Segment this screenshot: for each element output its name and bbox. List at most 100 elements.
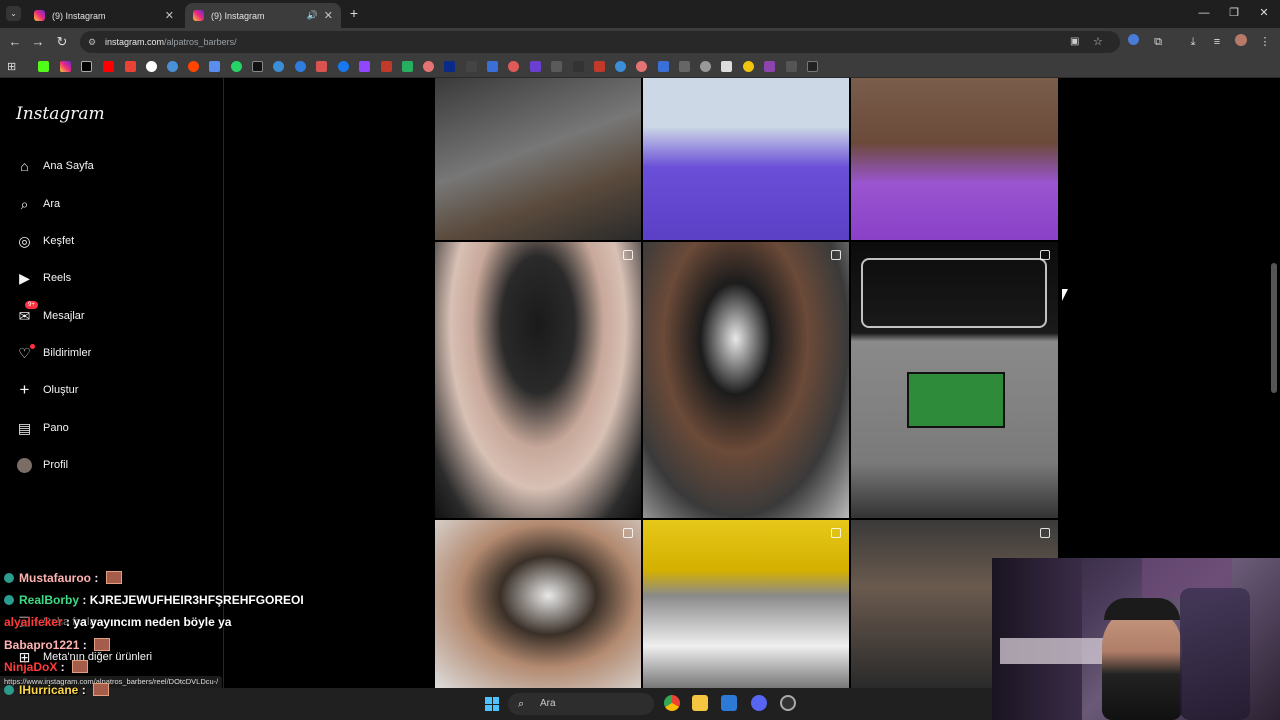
bookmark-star-icon[interactable]: ☆ xyxy=(1093,31,1103,53)
bookmark-icon-13[interactable] xyxy=(316,61,327,72)
bookmark-icon-27[interactable] xyxy=(615,61,626,72)
mouse-cursor-icon xyxy=(1062,289,1068,301)
window-close-icon[interactable]: ✕ xyxy=(1247,4,1280,22)
tab-instagram-1[interactable]: (9) Instagram ✕ xyxy=(26,3,182,28)
post-thumbnail[interactable] xyxy=(643,78,849,240)
bookmark-google-icon[interactable] xyxy=(146,61,157,72)
nav-label: Profil xyxy=(43,459,69,471)
menu-kebab-icon[interactable]: ⋮ xyxy=(1257,34,1273,50)
back-icon[interactable]: ← xyxy=(6,33,24,51)
nav-create[interactable]: + Oluştur xyxy=(16,378,79,402)
bookmark-icon-31[interactable] xyxy=(700,61,711,72)
nav-reels[interactable]: ▶ Reels xyxy=(16,266,71,290)
tab-close-icon[interactable]: ✕ xyxy=(324,9,333,22)
chat-username: alyalifeker xyxy=(4,615,63,629)
bookmark-icon-21[interactable] xyxy=(487,61,498,72)
bookmark-icon-23[interactable] xyxy=(530,61,541,72)
bookmark-icon-22[interactable] xyxy=(508,61,519,72)
url-host: instagram.com xyxy=(105,37,165,47)
audio-playing-icon[interactable]: 🔊 xyxy=(307,10,318,21)
search-icon: ⌕ xyxy=(20,195,29,212)
windows-start-icon[interactable] xyxy=(485,697,499,711)
post-thumbnail[interactable] xyxy=(851,242,1058,518)
scrollbar-thumb[interactable] xyxy=(1271,263,1277,393)
site-info-icon[interactable]: ⚙ xyxy=(88,31,96,53)
nav-home[interactable]: ⌂ Ana Sayfa xyxy=(16,154,94,178)
obs-app-icon[interactable] xyxy=(780,695,796,711)
bookmark-whatsapp-icon[interactable] xyxy=(231,61,242,72)
instagram-logo[interactable]: Instagram xyxy=(16,104,105,124)
new-tab-button[interactable]: + xyxy=(346,4,362,22)
bookmark-icon-35[interactable] xyxy=(786,61,797,72)
tab-search-icon[interactable]: ⌄ xyxy=(6,6,21,21)
photos-app-icon[interactable] xyxy=(721,695,737,711)
apps-grid-icon[interactable]: ⊞ xyxy=(7,60,16,73)
extensions-puzzle-icon[interactable]: ⧉ xyxy=(1150,34,1166,50)
cast-icon[interactable]: ▣ xyxy=(1070,31,1079,53)
profile-post-grid xyxy=(435,78,1058,688)
bookmark-icon-19[interactable] xyxy=(444,61,455,72)
bookmark-icon-26[interactable] xyxy=(594,61,605,72)
bookmark-reddit-icon[interactable] xyxy=(188,61,199,72)
post-thumbnail[interactable] xyxy=(435,520,641,688)
bookmark-icon-16[interactable] xyxy=(381,61,392,72)
tab-close-icon[interactable]: ✕ xyxy=(165,9,174,22)
chrome-app-icon[interactable] xyxy=(664,695,680,711)
profile-avatar-icon[interactable] xyxy=(1235,34,1247,46)
bookmark-icon-6[interactable] xyxy=(167,61,178,72)
messenger-icon: ✉ 9+ xyxy=(16,300,38,325)
post-thumbnail[interactable] xyxy=(643,520,849,688)
bookmark-icon-18[interactable] xyxy=(423,61,434,72)
extension-blue-icon[interactable] xyxy=(1127,34,1139,45)
home-icon: ⌂ xyxy=(20,158,29,174)
nav-label: Ara xyxy=(43,198,61,210)
taskbar-search[interactable]: ⌕ Ara xyxy=(508,693,654,715)
minimize-icon[interactable]: — xyxy=(1187,4,1221,22)
bookmark-icon-34[interactable] xyxy=(764,61,775,72)
bookmark-icon-10[interactable] xyxy=(252,61,263,72)
avatar-icon xyxy=(16,457,33,474)
bookmark-icon-17[interactable] xyxy=(402,61,413,72)
bookmark-gmail-icon[interactable] xyxy=(125,61,136,72)
bookmark-instagram-icon[interactable] xyxy=(60,61,71,72)
nav-dashboard[interactable]: ▤ Pano xyxy=(16,416,69,440)
bookmark-youtube-icon[interactable] xyxy=(103,61,114,72)
nav-messages[interactable]: ✉ 9+ Mesajlar xyxy=(16,300,85,328)
bookmark-icon-28[interactable] xyxy=(636,61,647,72)
reload-icon[interactable]: ↻ xyxy=(53,33,71,51)
bookmark-icon-8[interactable] xyxy=(209,61,220,72)
bookmark-twitch-icon[interactable] xyxy=(359,61,370,72)
post-thumbnail[interactable] xyxy=(435,242,641,518)
media-queue-icon[interactable]: ≡ xyxy=(1209,34,1225,50)
post-thumbnail[interactable] xyxy=(643,242,849,518)
bookmark-x-icon[interactable] xyxy=(81,61,92,72)
bookmark-icon-24[interactable] xyxy=(551,61,562,72)
bookmark-facebook-icon[interactable] xyxy=(338,61,349,72)
bookmark-kick-icon[interactable] xyxy=(38,61,49,72)
bookmark-icon-12[interactable] xyxy=(295,61,306,72)
discord-app-icon[interactable] xyxy=(751,695,767,711)
download-icon[interactable]: ⤓ xyxy=(1185,34,1201,50)
bookmark-icon-32[interactable] xyxy=(721,61,732,72)
bookmark-icon-30[interactable] xyxy=(679,61,690,72)
post-thumbnail[interactable] xyxy=(435,78,641,240)
bookmark-icon-36[interactable] xyxy=(807,61,818,72)
nav-label: Reels xyxy=(43,272,72,284)
forward-icon[interactable]: → xyxy=(29,33,47,51)
bookmark-icon-20[interactable] xyxy=(466,61,477,72)
file-explorer-icon[interactable] xyxy=(692,695,708,711)
bookmark-icon-33[interactable] xyxy=(743,61,754,72)
bookmark-icon-25[interactable] xyxy=(573,61,584,72)
bookmark-icon-11[interactable] xyxy=(273,61,284,72)
nav-explore[interactable]: ◎ Keşfet xyxy=(16,229,74,253)
nav-label: Mesajlar xyxy=(43,310,85,322)
restore-icon[interactable]: ❐ xyxy=(1217,4,1251,22)
bookmark-icon-29[interactable] xyxy=(658,61,669,72)
nav-search[interactable]: ⌕ Ara xyxy=(16,192,61,216)
post-thumbnail[interactable] xyxy=(851,78,1058,240)
nav-notifications[interactable]: ♡ Bildirimler xyxy=(16,341,91,365)
tab-instagram-2[interactable]: (9) Instagram 🔊 ✕ xyxy=(185,3,341,28)
nav-profile[interactable]: Profil xyxy=(16,453,68,477)
reel-indicator-icon xyxy=(623,528,633,538)
address-bar[interactable]: ⚙ instagram.com/alpatros_barbers/ ▣ ☆ xyxy=(80,31,1120,53)
